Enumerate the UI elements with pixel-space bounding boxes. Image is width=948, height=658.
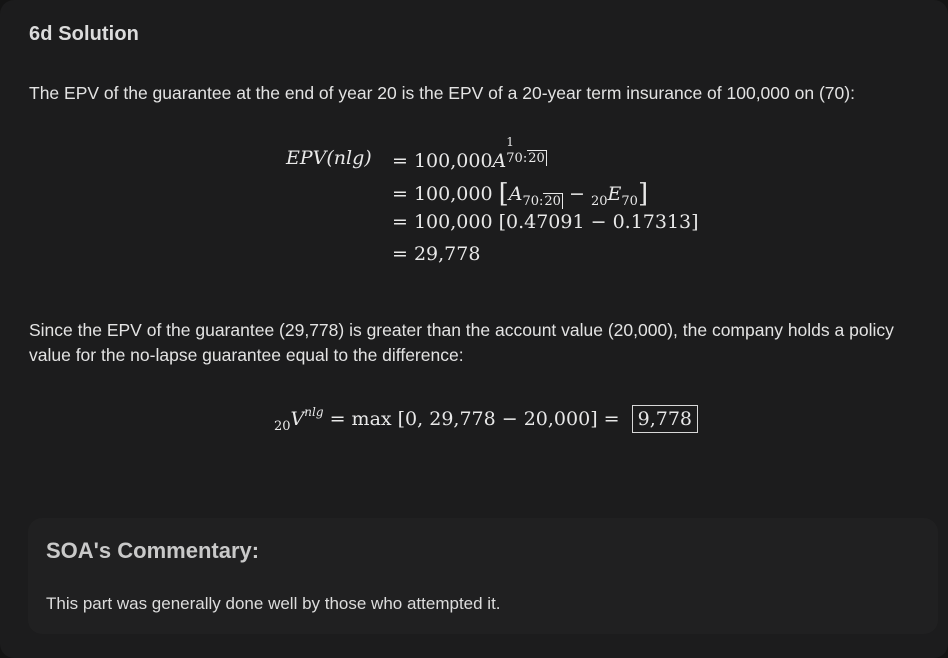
policy-value-equation: 20Vnlg = max [0, 29,778 − 20,000] = 9,77… bbox=[274, 405, 699, 441]
epv-equation: EPV(nlg) = 100,000A 1 70:20 = 100,000 [A70… bbox=[286, 135, 766, 283]
coefficient: 100,000 bbox=[413, 183, 493, 205]
superscript: nlg bbox=[304, 405, 324, 419]
boxed-result: 9,778 bbox=[631, 405, 699, 433]
endowment-insurance-symbol: A bbox=[508, 183, 523, 205]
result-value: 29,778 bbox=[413, 243, 481, 265]
equals-sign: = bbox=[392, 183, 408, 205]
equals-sign: = bbox=[392, 211, 408, 233]
conclusion-paragraph: Since the EPV of the guarantee (29,778) … bbox=[29, 320, 894, 365]
subscript-age: 70 bbox=[621, 194, 638, 209]
angle-term: 20 bbox=[543, 193, 563, 209]
coefficient: 100,000 bbox=[413, 211, 493, 233]
subscript-age: 70: bbox=[506, 151, 528, 166]
max-expression: max [0, 29,778 − 20,000] bbox=[351, 408, 598, 430]
left-bracket: [ bbox=[498, 179, 509, 209]
commentary-box: SOA's Commentary: This part was generall… bbox=[28, 518, 938, 634]
section-heading: 6d Solution bbox=[29, 23, 139, 45]
commentary-title: SOA's Commentary: bbox=[46, 538, 260, 563]
right-bracket: ] bbox=[637, 179, 649, 209]
equation-lhs: EPV(nlg) bbox=[286, 147, 372, 169]
equals-sign: = bbox=[392, 243, 408, 265]
subscript-age: 70: bbox=[522, 194, 544, 209]
policy-value-symbol: V bbox=[290, 408, 305, 430]
solution-card: 6d Solution The EPV of the guarantee at … bbox=[0, 0, 948, 658]
commentary-text: This part was generally done well by tho… bbox=[46, 594, 501, 613]
equals-sign: = bbox=[603, 408, 620, 430]
intro-paragraph: The EPV of the guarantee at the end of y… bbox=[29, 83, 855, 103]
pure-endowment-symbol: E bbox=[607, 183, 622, 205]
angle-term: 20 bbox=[527, 150, 547, 166]
superscript: 1 bbox=[506, 135, 514, 149]
minus-sign: − bbox=[569, 183, 585, 205]
pre-subscript: 20 bbox=[274, 419, 291, 434]
equals-sign: = bbox=[329, 408, 346, 430]
bracket-expression: [0.47091 − 0.17313] bbox=[498, 211, 699, 233]
pre-subscript: 20 bbox=[590, 194, 608, 209]
coefficient: 100,000 bbox=[413, 150, 493, 172]
equals-sign: = bbox=[392, 150, 408, 172]
insurance-symbol: A bbox=[492, 150, 507, 172]
